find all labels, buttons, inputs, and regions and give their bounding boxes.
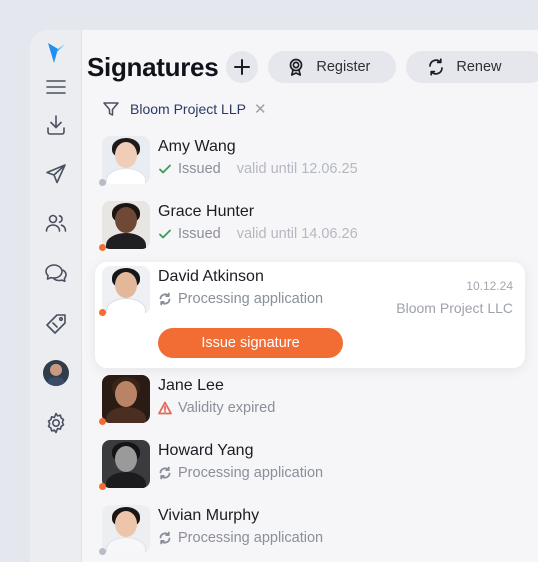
status-text: Issued (178, 226, 221, 242)
validity-text: valid until 14.06.26 (236, 226, 358, 242)
gear-icon[interactable] (41, 408, 71, 438)
signer-name: Amy Wang (158, 138, 236, 155)
clear-filter-icon[interactable]: ✕ (254, 100, 267, 118)
warning-icon (158, 401, 172, 415)
refresh-icon (159, 531, 171, 545)
award-icon (290, 58, 303, 76)
status-text: Processing application (178, 465, 324, 481)
signer-name: Grace Hunter (158, 203, 255, 220)
renew-button[interactable]: Renew (406, 51, 538, 83)
status-dot (99, 418, 106, 425)
list-item[interactable]: Jane Lee Validity expired (99, 375, 532, 435)
avatar (99, 201, 150, 251)
sidebar (30, 30, 82, 562)
page-header: Signatures Register Renew (87, 50, 538, 84)
avatar (99, 136, 150, 186)
list-item[interactable]: Howard Yang Processing application (99, 440, 532, 500)
signature-status: Processing application (158, 291, 323, 307)
signer-name: Jane Lee (158, 377, 224, 394)
logo-icon[interactable] (41, 38, 71, 68)
renew-label: Renew (456, 59, 502, 75)
list-item[interactable]: David Atkinson Processing application (99, 266, 532, 326)
filter-label: Bloom Project LLP (130, 101, 246, 117)
signature-status: Validity expired (158, 400, 275, 416)
check-icon (159, 229, 171, 239)
status-dot (99, 179, 106, 186)
chat-icon[interactable] (41, 258, 71, 288)
status-text: Issued (178, 161, 221, 177)
menu-icon[interactable] (41, 72, 71, 102)
signature-status: Processing application (158, 530, 323, 546)
status-text: Processing application (178, 530, 324, 546)
issue-signature-button[interactable]: Issue signature (158, 328, 343, 358)
list-item[interactable]: Amy Wang Issued valid until 12.06.25 (99, 136, 532, 196)
status-text: Validity expired (178, 400, 276, 416)
status-dot (99, 309, 106, 316)
status-dot (99, 483, 106, 490)
tag-icon[interactable] (41, 309, 71, 339)
check-icon (159, 164, 171, 174)
active-filter: Bloom Project LLP ✕ (102, 100, 267, 118)
status-text: Processing application (178, 291, 324, 307)
send-icon[interactable] (41, 159, 71, 189)
list-item[interactable]: Vivian Murphy Processing application (99, 505, 532, 562)
add-signature-button[interactable] (226, 51, 259, 83)
signature-status: Issued valid until 14.06.26 (158, 226, 358, 242)
register-label: Register (316, 59, 371, 75)
refresh-icon (159, 292, 171, 306)
signer-name: Howard Yang (158, 442, 254, 459)
avatar (99, 375, 150, 425)
renew-icon (429, 58, 444, 76)
register-button[interactable]: Register (268, 51, 397, 83)
app-window: Signatures Register Renew Bloom Project … (30, 30, 538, 562)
avatar (99, 505, 150, 555)
signer-name: Vivian Murphy (158, 507, 260, 524)
signer-name: David Atkinson (158, 268, 264, 285)
status-dot (99, 244, 106, 251)
page-title: Signatures (87, 51, 219, 82)
avatar (99, 266, 150, 316)
avatar (99, 440, 150, 490)
user-avatar[interactable] (43, 360, 69, 386)
filter-icon[interactable] (102, 100, 120, 118)
refresh-icon (159, 466, 171, 480)
signature-status: Processing application (158, 465, 323, 481)
status-dot (99, 548, 106, 555)
users-icon[interactable] (41, 208, 71, 238)
validity-text: valid until 12.06.25 (236, 161, 358, 177)
signature-status: Issued valid until 12.06.25 (158, 161, 358, 177)
plus-icon (234, 59, 251, 75)
download-icon[interactable] (41, 110, 71, 140)
list-item[interactable]: Grace Hunter Issued valid until 14.06.26 (99, 201, 532, 261)
